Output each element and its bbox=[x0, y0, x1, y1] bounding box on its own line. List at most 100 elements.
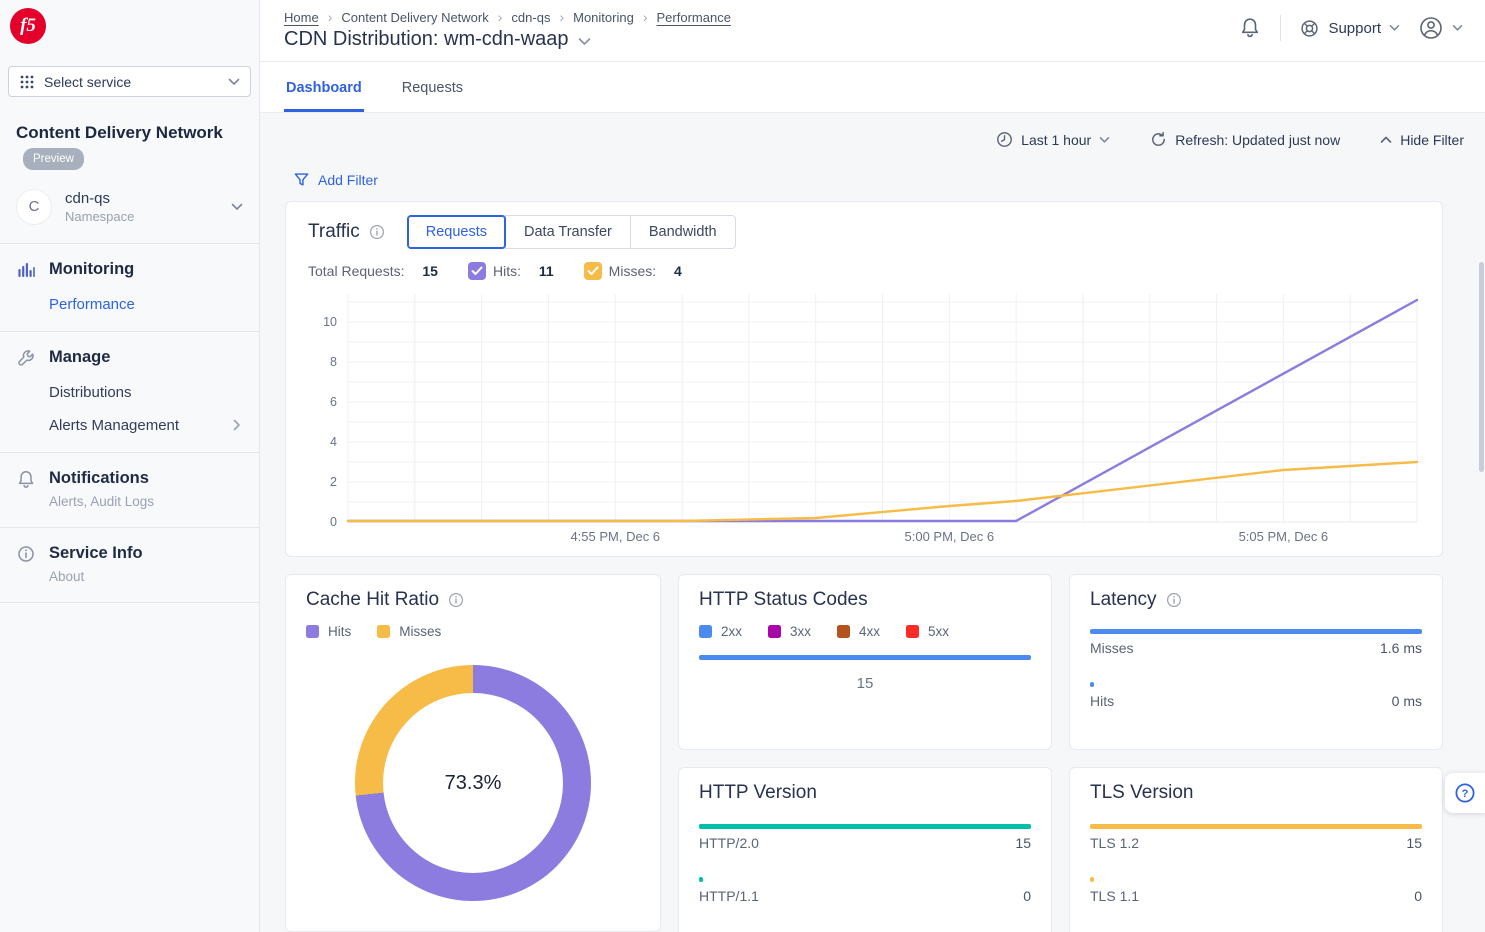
svg-text:4:55 PM, Dec 6: 4:55 PM, Dec 6 bbox=[570, 529, 660, 544]
brand-logo-row: f5 bbox=[0, 0, 259, 56]
header-divider bbox=[1280, 15, 1281, 41]
support-label: Support bbox=[1328, 20, 1381, 37]
product-title: Content Delivery NetworkPreview bbox=[0, 111, 259, 181]
chevron-down-icon bbox=[228, 78, 240, 86]
select-service-dropdown[interactable]: Select service bbox=[8, 66, 251, 97]
legend-hits: Hits bbox=[306, 624, 351, 639]
http2-bar[interactable] bbox=[699, 824, 1031, 829]
breadcrumb-separator: › bbox=[643, 9, 648, 25]
svg-text:0: 0 bbox=[330, 515, 337, 529]
sidebar-item-alerts-management[interactable]: Alerts Management bbox=[49, 417, 243, 434]
page-title: CDN Distribution: wm-cdn-waap bbox=[284, 28, 569, 51]
tls-version-title: TLS Version bbox=[1090, 782, 1422, 804]
sidebar-sub-service-info: About bbox=[49, 569, 243, 584]
status-2xx-bar[interactable] bbox=[699, 655, 1031, 660]
misses-checkbox[interactable] bbox=[584, 262, 602, 280]
bell-icon bbox=[16, 469, 36, 489]
latency-card: Latency Misses 1.6 ms Hits bbox=[1069, 574, 1443, 750]
http-status-codes-card: HTTP Status Codes 2xx 3xx bbox=[678, 574, 1052, 750]
sidebar-section-notifications[interactable]: Notifications Alerts, Audit Logs bbox=[0, 453, 259, 528]
svg-text:10: 10 bbox=[323, 315, 337, 329]
question-circle-icon: ? bbox=[1454, 782, 1476, 804]
f5-logo[interactable]: f5 bbox=[10, 8, 46, 44]
filter-toolbar: Last 1 hour Refresh: Updated just now Hi… bbox=[285, 123, 1464, 162]
legend-3xx: 3xx bbox=[768, 624, 811, 639]
breadcrumb-performance[interactable]: Performance bbox=[657, 10, 731, 25]
refresh-icon bbox=[1150, 131, 1167, 148]
help-button[interactable]: ? bbox=[1445, 773, 1485, 813]
traffic-stats-row: Total Requests: 15 Hits: 11 bbox=[308, 262, 1420, 280]
latency-misses-value: 1.6 ms bbox=[1380, 640, 1422, 656]
scrollbar-thumb[interactable] bbox=[1479, 262, 1484, 472]
user-icon bbox=[1418, 15, 1444, 41]
sidebar: f5 Select service Content Delivery Netwo… bbox=[0, 0, 260, 932]
http2-label: HTTP/2.0 bbox=[699, 835, 759, 851]
info-icon[interactable] bbox=[1166, 592, 1182, 608]
support-menu[interactable]: Support bbox=[1299, 18, 1400, 39]
sidebar-sub-notifications: Alerts, Audit Logs bbox=[49, 494, 243, 509]
segment-bandwidth[interactable]: Bandwidth bbox=[630, 215, 736, 249]
breadcrumb-separator: › bbox=[559, 9, 564, 25]
http2-value: 15 bbox=[1015, 835, 1031, 851]
chevron-down-icon bbox=[1099, 136, 1110, 144]
namespace-selector[interactable]: C cdn-qs Namespace bbox=[0, 181, 259, 244]
hide-filter-toggle[interactable]: Hide Filter bbox=[1380, 132, 1464, 148]
sidebar-section-monitoring: Monitoring Performance bbox=[0, 244, 259, 332]
traffic-card: Traffic Requests Data Transfer Bandwidth… bbox=[285, 201, 1443, 557]
chevron-down-icon bbox=[1389, 24, 1400, 32]
breadcrumb-namespace[interactable]: cdn-qs bbox=[511, 10, 550, 25]
tls11-bar[interactable] bbox=[1090, 877, 1094, 882]
namespace-type-label: Namespace bbox=[65, 209, 134, 224]
notifications-bell-icon[interactable] bbox=[1238, 16, 1262, 40]
cache-hit-ratio-donut[interactable]: 73.3% bbox=[355, 665, 591, 901]
segment-data-transfer[interactable]: Data Transfer bbox=[505, 215, 631, 249]
traffic-line-chart[interactable]: 02468104:55 PM, Dec 65:00 PM, Dec 65:05 … bbox=[308, 290, 1420, 546]
latency-hits-bar[interactable] bbox=[1090, 682, 1094, 687]
info-icon[interactable] bbox=[448, 592, 464, 608]
namespace-avatar: C bbox=[16, 189, 52, 225]
svg-text:2: 2 bbox=[330, 475, 337, 489]
content-area: Last 1 hour Refresh: Updated just now Hi… bbox=[260, 113, 1485, 932]
add-filter-button[interactable]: Add Filter bbox=[293, 171, 1443, 188]
sidebar-section-service-info[interactable]: Service Info About bbox=[0, 528, 259, 603]
wrench-icon bbox=[16, 348, 36, 368]
http11-bar[interactable] bbox=[699, 877, 703, 882]
tls12-bar[interactable] bbox=[1090, 824, 1422, 829]
svg-text:5:05 PM, Dec 6: 5:05 PM, Dec 6 bbox=[1239, 529, 1329, 544]
info-icon[interactable] bbox=[369, 224, 385, 240]
time-range-label: Last 1 hour bbox=[1021, 132, 1091, 148]
refresh-button[interactable]: Refresh: Updated just now bbox=[1150, 131, 1340, 148]
account-menu[interactable] bbox=[1418, 15, 1463, 41]
sidebar-item-performance[interactable]: Performance bbox=[49, 296, 243, 313]
breadcrumb-home[interactable]: Home bbox=[284, 10, 319, 25]
segment-requests[interactable]: Requests bbox=[407, 215, 506, 249]
tab-dashboard[interactable]: Dashboard bbox=[284, 62, 364, 112]
cards-grid: Cache Hit Ratio Hits Misses bbox=[285, 574, 1443, 932]
status-2xx-value: 15 bbox=[699, 675, 1031, 692]
hits-stat: Hits: 11 bbox=[468, 262, 554, 280]
bar-chart-icon bbox=[16, 260, 36, 280]
chevron-down-icon[interactable] bbox=[578, 37, 591, 46]
time-range-dropdown[interactable]: Last 1 hour bbox=[996, 131, 1110, 148]
main-area: Home › Content Delivery Network › cdn-qs… bbox=[260, 0, 1485, 932]
http-version-card: HTTP Version HTTP/2.0 15 HTTP/1.1 0 bbox=[678, 767, 1052, 932]
status-codes-legend: 2xx 3xx 4xx 5xx bbox=[699, 624, 1031, 639]
tab-requests[interactable]: Requests bbox=[400, 62, 465, 112]
breadcrumb-cdn[interactable]: Content Delivery Network bbox=[341, 10, 488, 25]
sidebar-section-manage: Manage Distributions Alerts Management bbox=[0, 332, 259, 453]
tls12-value: 15 bbox=[1406, 835, 1422, 851]
http-status-codes-title: HTTP Status Codes bbox=[699, 589, 1031, 611]
5xx-swatch bbox=[906, 625, 919, 638]
sidebar-title-monitoring: Monitoring bbox=[49, 260, 134, 279]
sidebar-item-distributions[interactable]: Distributions bbox=[49, 384, 243, 401]
latency-misses-bar[interactable] bbox=[1090, 629, 1422, 634]
svg-text:4: 4 bbox=[330, 435, 337, 449]
add-filter-label: Add Filter bbox=[318, 172, 378, 188]
chevron-right-icon bbox=[233, 419, 241, 431]
hits-checkbox[interactable] bbox=[468, 262, 486, 280]
breadcrumb-monitoring[interactable]: Monitoring bbox=[573, 10, 634, 25]
hits-swatch bbox=[306, 625, 319, 638]
http11-value: 0 bbox=[1023, 888, 1031, 904]
http11-label: HTTP/1.1 bbox=[699, 888, 759, 904]
funnel-icon bbox=[293, 171, 310, 188]
